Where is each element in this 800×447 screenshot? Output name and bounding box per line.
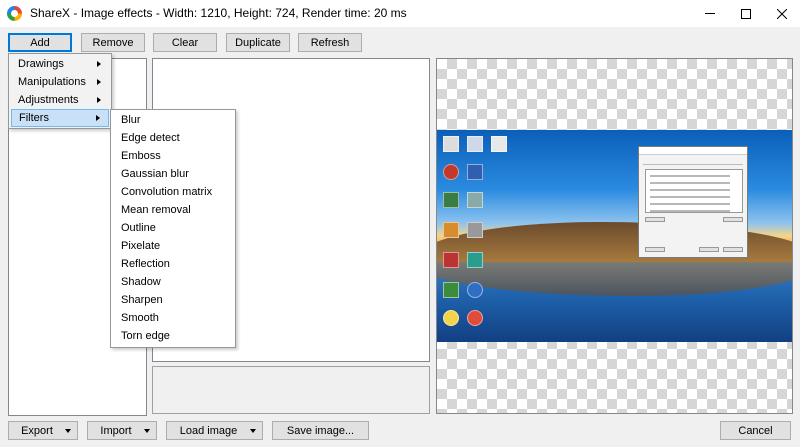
add-menu-item-filters[interactable]: Filters	[11, 109, 109, 127]
add-button[interactable]: Add	[8, 33, 72, 52]
minimize-icon	[705, 13, 715, 14]
chevron-down-icon	[250, 428, 256, 433]
close-icon	[777, 8, 787, 19]
filters-item-pixelate[interactable]: Pixelate	[113, 237, 233, 255]
duplicate-button-label: Duplicate	[235, 36, 281, 49]
preview-line	[650, 196, 730, 198]
minimize-button[interactable]	[692, 0, 728, 27]
cancel-button[interactable]: Cancel	[720, 421, 791, 440]
filters-item-torn-edge[interactable]: Torn edge	[113, 327, 233, 345]
sharex-logo-icon	[7, 6, 22, 21]
preview-button	[699, 247, 719, 252]
desktop-icon	[443, 282, 459, 298]
export-dropdown-button[interactable]: Export	[8, 421, 78, 440]
filters-item-blur[interactable]: Blur	[113, 111, 233, 129]
desktop-icon	[467, 164, 483, 180]
filters-submenu: Blur Edge detect Emboss Gaussian blur Co…	[110, 109, 236, 348]
preview-line	[650, 210, 730, 212]
property-description-pane	[152, 366, 430, 414]
desktop-icon	[467, 282, 483, 298]
desktop-icon	[467, 222, 483, 238]
desktop-icon	[443, 136, 459, 152]
import-dropdown-button[interactable]: Import	[87, 421, 157, 440]
dune-reflection-shape	[437, 261, 792, 296]
clear-button[interactable]: Clear	[153, 33, 217, 52]
filters-item-smooth[interactable]: Smooth	[113, 309, 233, 327]
preview-window-tabs	[643, 158, 743, 165]
filters-item-sharpen[interactable]: Sharpen	[113, 291, 233, 309]
desktop-screenshot-preview	[437, 130, 792, 342]
filters-item-emboss[interactable]: Emboss	[113, 147, 233, 165]
desktop-icon	[491, 136, 507, 152]
close-button[interactable]	[764, 0, 800, 27]
preview-window-titlebar	[639, 147, 747, 155]
preview-window-list	[645, 169, 743, 213]
maximize-icon	[741, 8, 751, 19]
remove-button-label: Remove	[92, 36, 134, 49]
import-button-label: Import	[100, 424, 132, 437]
save-image-button[interactable]: Save image...	[272, 421, 369, 440]
preview-button	[723, 217, 743, 222]
cancel-button-label: Cancel	[738, 424, 773, 437]
filters-item-shadow[interactable]: Shadow	[113, 273, 233, 291]
add-menu-item-label: Adjustments	[18, 94, 79, 106]
add-menu-item-label: Manipulations	[18, 76, 86, 88]
desktop-icon	[443, 192, 459, 208]
add-menu-item-label: Drawings	[18, 58, 64, 70]
refresh-button[interactable]: Refresh	[298, 33, 362, 52]
chevron-down-icon	[65, 428, 71, 433]
window-title: ShareX - Image effects - Width: 1210, He…	[30, 6, 407, 20]
desktop-icon	[467, 310, 483, 326]
desktop-icon	[443, 164, 459, 180]
chevron-right-icon	[97, 61, 101, 67]
filters-item-outline[interactable]: Outline	[113, 219, 233, 237]
maximize-button[interactable]	[728, 0, 764, 27]
filters-item-gaussian-blur[interactable]: Gaussian blur	[113, 165, 233, 183]
preview-line	[650, 175, 730, 177]
preview-button	[645, 247, 665, 252]
filters-item-edge-detect[interactable]: Edge detect	[113, 129, 233, 147]
title-bar: ShareX - Image effects - Width: 1210, He…	[0, 0, 800, 27]
filters-item-convolution-matrix[interactable]: Convolution matrix	[113, 183, 233, 201]
desktop-icon	[443, 252, 459, 268]
image-preview	[436, 58, 793, 414]
filters-item-reflection[interactable]: Reflection	[113, 255, 233, 273]
preview-button	[645, 217, 665, 222]
desktop-icon	[467, 192, 483, 208]
duplicate-button[interactable]: Duplicate	[226, 33, 290, 52]
load-image-dropdown-button[interactable]: Load image	[166, 421, 263, 440]
chevron-right-icon	[96, 115, 100, 121]
desktop-icon	[467, 252, 483, 268]
remove-button[interactable]: Remove	[81, 33, 145, 52]
desktop-icon	[443, 310, 459, 326]
add-menu-item-drawings[interactable]: Drawings	[11, 55, 109, 73]
save-image-button-label: Save image...	[286, 424, 355, 437]
refresh-button-label: Refresh	[310, 36, 350, 49]
export-button-label: Export	[21, 424, 53, 437]
preview-line	[650, 203, 730, 205]
add-menu: Drawings Manipulations Adjustments Filte…	[8, 53, 112, 129]
chevron-right-icon	[97, 79, 101, 85]
chevron-right-icon	[97, 97, 101, 103]
desktop-icon	[443, 222, 459, 238]
add-button-label: Add	[30, 36, 50, 49]
preview-line	[650, 189, 730, 191]
add-menu-item-adjustments[interactable]: Adjustments	[11, 91, 109, 109]
desktop-icon	[467, 136, 483, 152]
add-menu-item-manipulations[interactable]: Manipulations	[11, 73, 109, 91]
preview-line	[650, 182, 730, 184]
add-menu-item-label: Filters	[19, 112, 49, 124]
clear-button-label: Clear	[171, 36, 199, 49]
preview-button	[723, 247, 743, 252]
load-image-button-label: Load image	[179, 424, 238, 437]
chevron-down-icon	[144, 428, 150, 433]
preview-settings-window	[638, 146, 748, 258]
filters-item-mean-removal[interactable]: Mean removal	[113, 201, 233, 219]
